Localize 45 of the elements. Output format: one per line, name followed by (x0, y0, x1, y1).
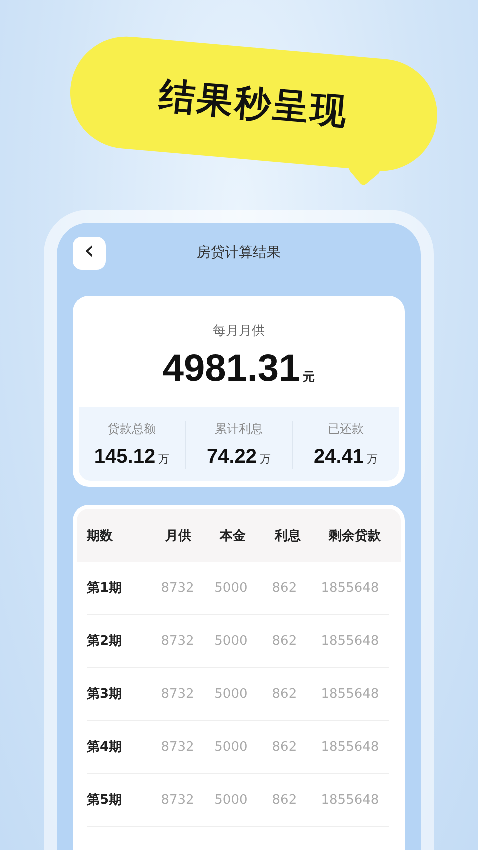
table-cell-text: 第4期 (87, 739, 124, 756)
headline: 结果秒呈现 (157, 74, 351, 135)
stat-value: 24.41 (314, 446, 364, 469)
table-cell-text: 5000 (214, 740, 249, 754)
stat-unit: 万 (367, 452, 378, 467)
column-header: 本金 (218, 528, 248, 544)
stat-label: 已还款 (328, 421, 364, 438)
back-button[interactable]: ‹ (73, 236, 106, 270)
screen-title: 房贷计算结果 (196, 244, 282, 262)
table-cell-text: 8732 (160, 580, 196, 596)
column-header: 利息 (274, 528, 302, 544)
stat-label: 累计利息 (215, 421, 263, 438)
table-cell-text: 第5期 (87, 792, 124, 809)
table-cell-text: 8732 (160, 634, 196, 648)
stat-unit: 万 (260, 452, 272, 467)
table-cell-text: 5000 (214, 792, 249, 808)
table-cell-text: 1855648 (320, 686, 380, 702)
column-header: 月供 (164, 528, 192, 544)
table-cell-text: 862 (271, 580, 298, 596)
table-cell-text: 862 (271, 686, 298, 702)
table-cell-text: 8732 (160, 792, 196, 808)
table-cell-text: 5000 (214, 580, 249, 596)
stat-value: 74.22 (206, 446, 258, 469)
currency-unit: 元 (303, 369, 316, 386)
table-cell-text: 第2期 (87, 633, 124, 650)
monthly-payment-amount: 4981.31 (162, 348, 300, 391)
table-cell-text: 1855648 (320, 792, 380, 808)
column-header: 期数 (87, 528, 114, 544)
table-cell-text: 5000 (214, 686, 249, 702)
table-cell-text: 1855648 (320, 740, 380, 754)
table-cell-text: 第3期 (87, 686, 124, 703)
table-cell-text: 8732 (160, 686, 196, 702)
column-header: 剩余贷款 (328, 528, 382, 544)
table-cell-text: 5000 (214, 634, 249, 648)
stat-unit: 万 (158, 452, 170, 467)
table-cell-text: 1855648 (320, 580, 380, 596)
stat-label: 贷款总额 (108, 421, 156, 438)
monthly-payment-label: 每月月供 (213, 323, 265, 340)
table-cell-text: 862 (271, 740, 298, 754)
stat-value: 145.12 (94, 446, 156, 469)
table-cell-text: 8732 (160, 740, 196, 754)
table-cell-text: 862 (271, 634, 298, 648)
table-cell-text: 862 (271, 792, 298, 808)
table-cell-text: 第1期 (87, 580, 124, 597)
table-cell-text: 1855648 (320, 634, 380, 648)
